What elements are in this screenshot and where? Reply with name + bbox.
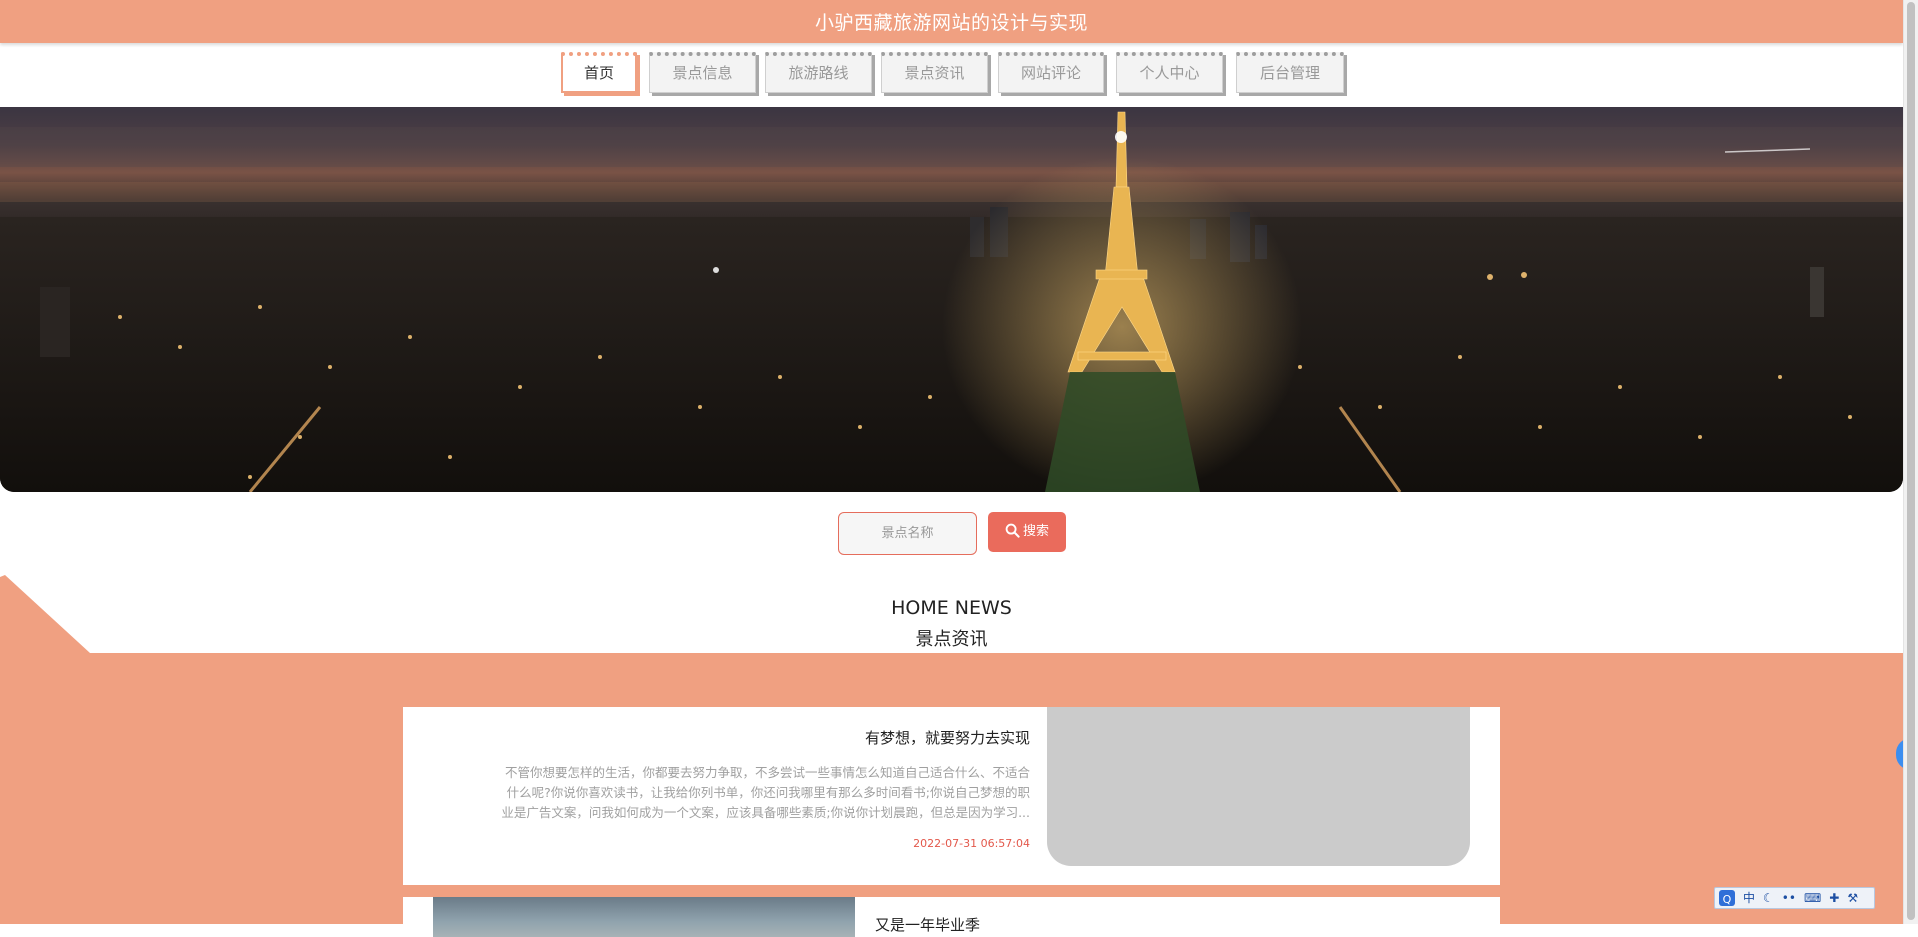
nav-item-routes[interactable]: 旅游路线 [765,52,872,93]
news-card-summary-line: 什么呢?你说你喜欢读书，让我给你列书单，你还问我哪里有那么多时间看书;你说自己梦… [506,785,1030,800]
settings-wrench-icon[interactable]: ⚒ [1847,888,1858,908]
news-card[interactable]: 有梦想，就要努力去实现 不管你想要怎样的生活，你都要去努力争取，不多尝试一些事情… [403,707,1500,885]
news-card-summary-line: 业是广告文案，问我如何成为一个文案，应该具备哪些素质;你说你计划晨跑，但总是因为… [501,805,1030,820]
banner-image [0,111,1903,492]
news-card-summary: 不管你想要怎样的生活，你都要去努力争取，不多尝试一些事情怎么知道自己适合什么、不… [433,763,1030,823]
punctuation-icon[interactable]: •• [1782,888,1796,908]
news-card[interactable]: 又是一年毕业季 [403,897,1500,937]
news-card-date: 2022-07-31 06:57:04 [913,837,1030,850]
keyboard-icon[interactable]: ⌨ [1804,888,1821,908]
page-scrollbar[interactable] [1903,0,1918,924]
news-card-image[interactable] [1047,707,1470,866]
news-section-title-cn: 景点资讯 [915,629,988,650]
nav-item-news[interactable]: 景点资讯 [881,52,988,93]
news-card-summary-line: 不管你想要怎样的生活，你都要去努力争取，不多尝试一些事情怎么知道自己适合什么、不… [504,765,1030,780]
main-nav: 首页 景点信息 旅游路线 景点资讯 网站评论 个人中心 后台管理 [0,52,1903,96]
nav-item-home[interactable]: 首页 [561,52,637,93]
nav-item-profile[interactable]: 个人中心 [1116,52,1223,93]
ime-logo-icon[interactable]: Q [1719,890,1735,906]
news-card-title[interactable]: 又是一年毕业季 [875,914,980,935]
nav-item-attractions[interactable]: 景点信息 [649,52,756,93]
site-header: 小驴西藏旅游网站的设计与实现 [0,0,1903,43]
search-button-label: 搜索 [1022,524,1049,539]
ime-toolbar[interactable]: Q 中 ☾ •• ⌨ ✚ ⚒ [1714,887,1875,909]
nav-item-comments[interactable]: 网站评论 [998,52,1104,93]
toolbox-icon[interactable]: ✚ [1829,888,1839,908]
news-card-title[interactable]: 有梦想，就要努力去实现 [865,727,1030,748]
magnifier-icon [1005,523,1020,538]
news-section-title-en: HOME NEWS [891,597,1012,619]
site-title: 小驴西藏旅游网站的设计与实现 [814,12,1088,34]
scrollbar-thumb[interactable] [1907,2,1915,920]
ime-mode-toggle[interactable]: 中 [1743,888,1755,908]
moon-icon[interactable]: ☾ [1763,888,1774,908]
search-input[interactable]: 景点名称 [838,512,977,555]
news-card-image[interactable] [433,897,855,937]
nav-item-admin[interactable]: 后台管理 [1236,52,1344,93]
search-button[interactable]: 搜索 [988,512,1066,552]
banner-carousel[interactable] [0,107,1903,492]
